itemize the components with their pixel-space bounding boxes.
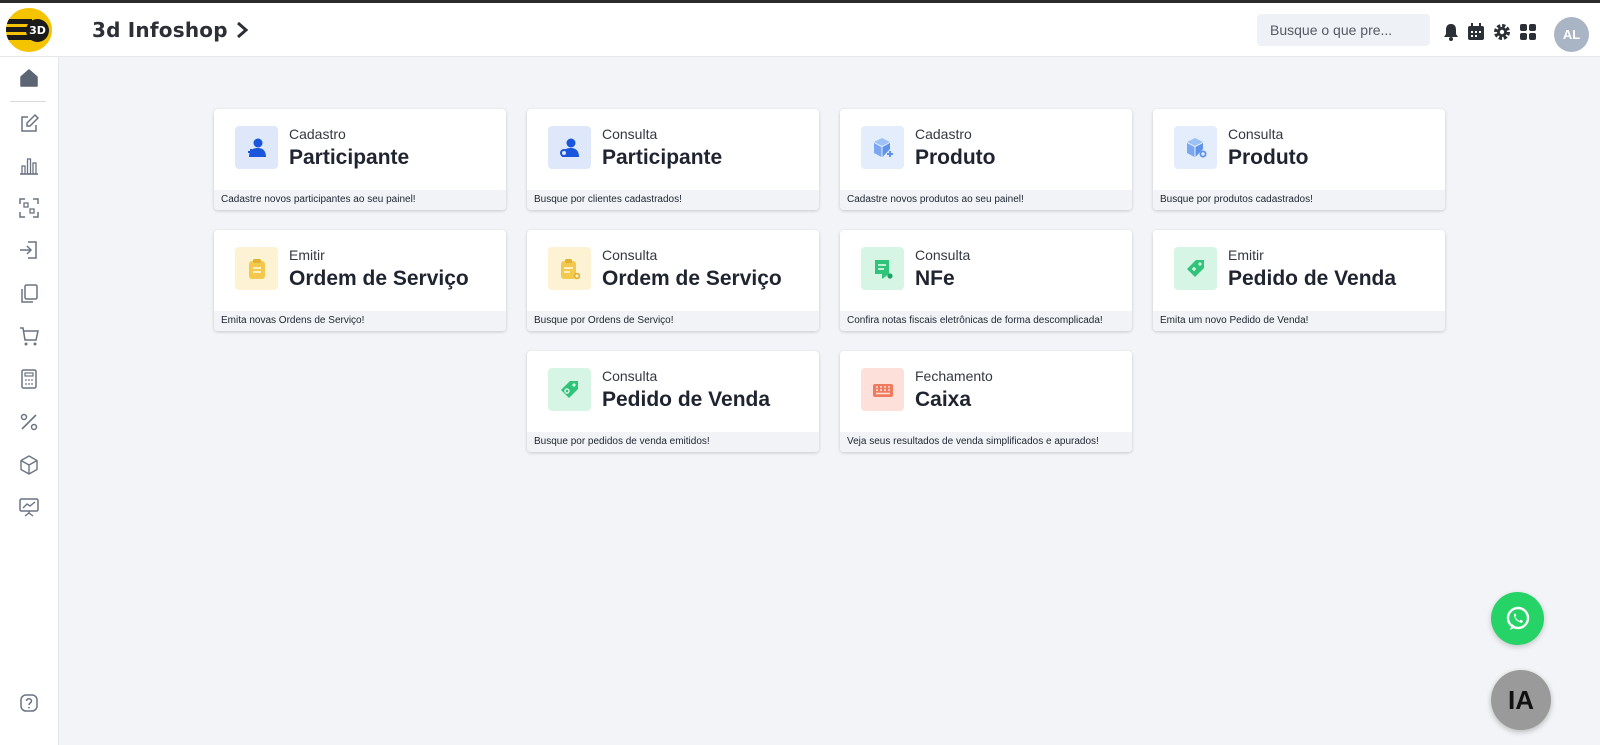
card-title: Ordem de Serviço [289, 267, 469, 290]
card-description: Confira notas fiscais eletrônicas de for… [840, 311, 1132, 331]
card-title: Participante [602, 146, 723, 169]
card-description: Busque por produtos cadastrados! [1153, 190, 1445, 210]
apps-grid-icon[interactable] [1518, 22, 1538, 42]
card-consulta-pedido-venda[interactable]: Consulta Pedido de Venda Busque por pedi… [527, 351, 819, 452]
login-icon[interactable] [18, 239, 40, 261]
card-title: Caixa [915, 388, 972, 411]
card-description: Emita um novo Pedido de Venda! [1153, 311, 1445, 331]
ai-assistant-button[interactable]: IA [1491, 670, 1551, 730]
cube-search-icon [1174, 126, 1217, 169]
sidebar-divider [10, 101, 46, 102]
gear-icon[interactable] [1492, 22, 1512, 42]
tag-add-icon [1174, 247, 1217, 290]
chart-icon[interactable] [18, 155, 40, 177]
card-action: Consulta [602, 247, 658, 263]
card-consulta-nfe[interactable]: Consulta NFe Confira notas fiscais eletr… [840, 230, 1132, 331]
company-name: 3d Infoshop [92, 18, 228, 42]
company-switcher[interactable]: 3d Infoshop [92, 18, 248, 42]
copy-icon[interactable] [18, 282, 40, 304]
card-description: Veja seus resultados de venda simplifica… [840, 432, 1132, 452]
logo-text: 3D [26, 19, 49, 42]
chevron-right-icon [236, 22, 248, 38]
edit-icon[interactable] [18, 113, 40, 135]
card-action: Emitir [289, 247, 325, 263]
box-icon[interactable] [18, 454, 40, 476]
card-description: Emita novas Ordens de Serviço! [214, 311, 506, 331]
invoice-icon [861, 247, 904, 290]
card-description: Cadastre novos participantes ao seu pain… [214, 190, 506, 210]
card-description: Busque por Ordens de Serviço! [527, 311, 819, 331]
card-cadastro-participante[interactable]: Cadastro Participante Cadastre novos par… [214, 109, 506, 210]
search-input[interactable] [1257, 14, 1430, 46]
whatsapp-button[interactable] [1491, 592, 1544, 645]
home-icon[interactable] [18, 67, 40, 89]
card-action: Consulta [1228, 126, 1284, 142]
card-consulta-ordem-servico[interactable]: Consulta Ordem de Serviço Busque por Ord… [527, 230, 819, 331]
cart-icon[interactable] [18, 325, 40, 347]
card-title: Participante [289, 146, 410, 169]
calendar-icon[interactable] [1466, 22, 1486, 42]
card-title: Ordem de Serviço [602, 267, 782, 290]
presentation-icon[interactable] [18, 496, 40, 518]
app-logo[interactable]: 3D [6, 8, 52, 52]
card-emitir-ordem-servico[interactable]: Emitir Ordem de Serviço Emita novas Orde… [214, 230, 506, 331]
card-action: Cadastro [289, 126, 346, 142]
card-description: Cadastre novos produtos ao seu painel! [840, 190, 1132, 210]
cube-add-icon [861, 126, 904, 169]
card-consulta-participante[interactable]: Consulta Participante Busque por cliente… [527, 109, 819, 210]
card-emitir-pedido-venda[interactable]: Emitir Pedido de Venda Emita um novo Ped… [1153, 230, 1445, 331]
card-action: Consulta [602, 126, 658, 142]
cash-register-icon [861, 368, 904, 411]
card-action: Consulta [602, 368, 658, 384]
scan-icon[interactable] [18, 197, 40, 219]
user-search-icon [548, 126, 591, 169]
help-icon[interactable] [18, 692, 40, 714]
clipboard-search-icon [548, 247, 591, 290]
whatsapp-icon [1506, 606, 1529, 630]
card-consulta-produto[interactable]: Consulta Produto Busque por produtos cad… [1153, 109, 1445, 210]
bell-icon[interactable] [1441, 22, 1461, 42]
card-fechamento-caixa[interactable]: Fechamento Caixa Veja seus resultados de… [840, 351, 1132, 452]
tag-search-icon [548, 368, 591, 411]
card-cadastro-produto[interactable]: Cadastro Produto Cadastre novos produtos… [840, 109, 1132, 210]
card-action: Cadastro [915, 126, 972, 142]
clipboard-icon [235, 247, 278, 290]
card-title: Pedido de Venda [602, 388, 771, 411]
user-add-icon [235, 126, 278, 169]
percent-icon[interactable] [18, 411, 40, 433]
calculator-icon[interactable] [18, 368, 40, 390]
card-action: Consulta [915, 247, 971, 263]
top-header: 3D 3d Infoshop AL [0, 3, 1600, 57]
card-action: Fechamento [915, 368, 993, 384]
card-title: Pedido de Venda [1228, 267, 1397, 290]
sidebar [0, 57, 59, 745]
card-action: Emitir [1228, 247, 1264, 263]
user-avatar[interactable]: AL [1554, 17, 1589, 52]
card-description: Busque por clientes cadastrados! [527, 190, 819, 210]
card-description: Busque por pedidos de venda emitidos! [527, 432, 819, 452]
card-title: Produto [915, 146, 996, 169]
card-title: Produto [1228, 146, 1309, 169]
card-title: NFe [915, 267, 955, 290]
